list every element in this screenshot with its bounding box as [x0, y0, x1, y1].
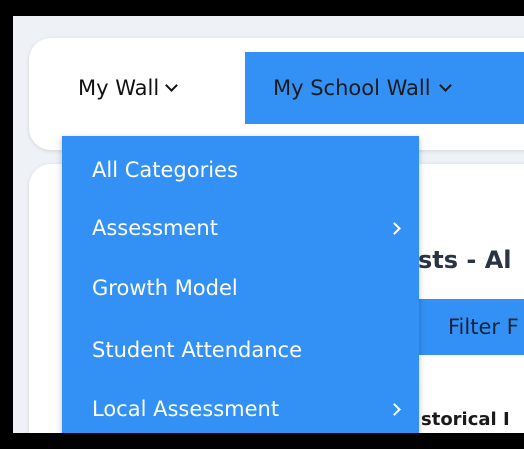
menu-item-label: Growth Model	[92, 276, 238, 300]
my-wall-dropdown-menu: All Categories Assessment Growth Model S…	[62, 136, 419, 433]
menu-item-label: Local Assessment	[92, 397, 280, 421]
menu-item-all-categories[interactable]: All Categories	[92, 150, 405, 190]
menu-item-student-attendance[interactable]: Student Attendance	[92, 330, 405, 370]
menu-item-assessment[interactable]: Assessment	[92, 208, 405, 248]
menu-item-growth-model[interactable]: Growth Model	[92, 268, 405, 308]
chevron-down-icon	[165, 79, 179, 92]
menu-item-label: All Categories	[92, 158, 238, 182]
filter-button[interactable]: Filter F	[418, 299, 524, 355]
tab-my-wall-label: My Wall	[78, 76, 160, 100]
chevron-right-icon	[388, 221, 401, 235]
menu-item-local-assessment[interactable]: Local Assessment	[92, 389, 405, 429]
page-heading: sts - Al	[418, 246, 512, 274]
chevron-down-icon	[438, 79, 452, 92]
menu-item-label: Student Attendance	[92, 338, 303, 362]
tab-my-school-wall-label: My School Wall	[273, 76, 431, 100]
tab-my-school-wall[interactable]: My School Wall	[245, 52, 524, 124]
section-subheading: storical I	[421, 409, 510, 430]
filter-button-label: Filter F	[448, 315, 519, 339]
app-screen: My Wall My School Wall sts - Al Filter F…	[13, 16, 524, 433]
tab-my-wall[interactable]: My Wall	[78, 68, 179, 108]
menu-item-label: Assessment	[92, 216, 218, 240]
chevron-right-icon	[388, 402, 401, 416]
